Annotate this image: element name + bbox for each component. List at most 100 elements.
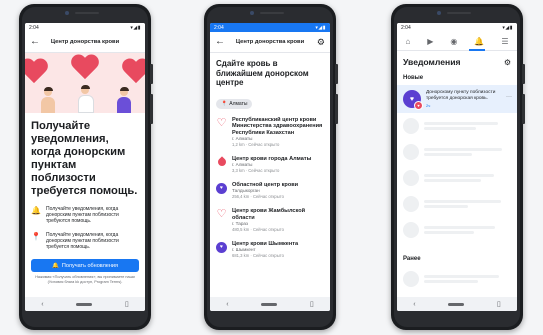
center-item[interactable]: ♥ Центр крови Шымкента г. Шымкент 681,3 … (210, 237, 330, 263)
app-bar: ← Центр донорства крови ⚙ (210, 32, 330, 53)
back-nav-icon[interactable]: ‹ (41, 301, 43, 308)
center-distance: 256,4 km · Сейчас открыто (232, 194, 284, 200)
feature-text: Получайте уведомления, когда донорским п… (46, 206, 119, 224)
screen-intro: 2:04 ▾◢▮ ← Центр донорства крови Получай… (25, 23, 145, 311)
location-pin-icon: 📍 (221, 100, 228, 107)
home-nav-icon[interactable] (448, 302, 465, 306)
notification-item[interactable]: ♥ ♥ Донорскому пункту поблизости требует… (397, 85, 517, 113)
center-distance: 480,5 km · Сейчас открыто (232, 227, 284, 233)
get-updates-button[interactable]: 🔔 Получать обновления (31, 259, 139, 272)
center-item[interactable]: Центр крови города Алматы г. Алматы 3,3 … (210, 152, 330, 178)
heart-icon: ♡ (216, 207, 227, 220)
home-icon[interactable]: ⌂ (405, 37, 410, 46)
feature-row: 📍 Получайте уведомления, когда донорским… (25, 228, 145, 254)
front-camera (250, 11, 254, 15)
section-new: Новые (403, 75, 424, 81)
screen-notifications: 2:04 ▾◢▮ ⌂ ▶ ◉ 🔔 ☰ Уведомления ⚙ Новые ♥… (397, 23, 517, 311)
page-title: Центр донорства крови (50, 39, 120, 45)
location-chip[interactable]: 📍 Алматы (216, 98, 253, 109)
front-camera (437, 11, 441, 15)
center-item[interactable]: ♡ Центр крови Жамбылской области г. Тара… (210, 204, 330, 237)
home-nav-icon[interactable] (261, 302, 278, 306)
volume-button (522, 94, 525, 124)
feature-text: Получайте уведомления, когда донорским п… (46, 232, 119, 250)
power-button (522, 64, 525, 84)
status-time: 2:04 (401, 24, 411, 31)
center-name: Областной центр крови (232, 181, 299, 188)
blood-drop-icon (215, 156, 228, 168)
heart-badge-icon: ♥ (414, 101, 423, 110)
recents-nav-icon[interactable]: ▯ (310, 300, 314, 308)
status-bar: 2:04 ▾◢▮ (397, 23, 517, 32)
front-camera (65, 11, 69, 15)
heart-icon (121, 59, 145, 89)
status-time: 2:04 (29, 24, 39, 31)
location-label: Алматы (229, 100, 248, 107)
earpiece (75, 12, 99, 14)
recents-nav-icon[interactable]: ▯ (497, 300, 501, 308)
placeholder-item (397, 139, 517, 165)
placeholder-item (397, 266, 517, 292)
heart-icon (25, 59, 49, 89)
menu-icon[interactable]: ☰ (501, 37, 508, 46)
recents-nav-icon[interactable]: ▯ (125, 300, 129, 308)
center-name: Центр крови Жамбылской области (232, 207, 306, 221)
earpiece (447, 12, 471, 14)
status-bar: 2:04 ▾◢▮ (210, 23, 330, 32)
heart-icon: ♡ (216, 116, 227, 129)
bell-icon: 🔔 (52, 262, 59, 269)
phone-3: 2:04 ▾◢▮ ⌂ ▶ ◉ 🔔 ☰ Уведомления ⚙ Новые ♥… (391, 4, 525, 330)
back-arrow-icon[interactable]: ← (30, 37, 42, 47)
status-icons: ▾◢▮ (502, 24, 513, 31)
active-tab-indicator (469, 49, 485, 51)
more-options-icon[interactable]: ··· (506, 94, 512, 100)
status-bar: 2:04 ▾◢▮ (25, 23, 145, 32)
location-pin-icon: 📍 (31, 232, 41, 241)
home-nav-icon[interactable] (76, 302, 93, 306)
center-logo-icon: ♥ (216, 182, 227, 194)
power-button (150, 64, 153, 84)
back-nav-icon[interactable]: ‹ (226, 301, 228, 308)
video-icon[interactable]: ▶ (427, 37, 433, 46)
blood-center-avatar: ♥ ♥ (403, 90, 423, 110)
screen-centers: 2:04 ▾◢▮ ← Центр донорства крови ⚙ Сдайт… (210, 23, 330, 311)
center-item[interactable]: ♥ Областной центр крови Талдыкорган 256,… (210, 178, 330, 204)
doctor-figure (78, 85, 94, 113)
hero-illustration (25, 53, 145, 113)
heart-icon (70, 55, 100, 85)
phone-2: 2:04 ▾◢▮ ← Центр донорства крови ⚙ Сдайт… (204, 4, 338, 330)
person-figure (41, 87, 55, 113)
center-item[interactable]: ♡ Республиканский центр крови Министерст… (210, 113, 330, 152)
center-name: Центр крови Шымкента (232, 240, 299, 247)
center-distance: 3,3 km · Сейчас открыто (232, 168, 280, 174)
android-nav-bar: ‹ ▯ (210, 297, 330, 311)
earpiece (260, 12, 284, 14)
center-name: Центр крови города Алматы (232, 155, 312, 162)
gear-icon[interactable]: ⚙ (504, 58, 511, 67)
top-tab-bar: ⌂ ▶ ◉ 🔔 ☰ (397, 32, 517, 51)
get-updates-label: Получать обновления (61, 262, 118, 269)
terms-text: Нажимая «Получать обновления», вы приним… (35, 275, 135, 284)
center-logo-icon: ♥ (216, 241, 227, 253)
page-title: Уведомления (403, 57, 461, 67)
notification-text: Донорскому пункту поблизости требуется д… (426, 90, 496, 101)
power-button (335, 64, 338, 84)
center-distance: 681,3 km · Сейчас открыто (232, 253, 284, 259)
person-figure (117, 87, 131, 113)
center-name: Республиканский центр крови Министерства… (232, 116, 323, 136)
center-distance: 1,2 km · Сейчас открыто (232, 142, 280, 148)
volume-button (335, 94, 338, 124)
headline: Получайте уведомления, когда донорским п… (31, 120, 138, 197)
section-earlier: Ранее (403, 256, 421, 262)
back-arrow-icon[interactable]: ← (215, 37, 227, 47)
gear-icon[interactable]: ⚙ (313, 37, 325, 47)
placeholder-item (397, 165, 517, 191)
phone-1: 2:04 ▾◢▮ ← Центр донорства крови Получай… (19, 4, 153, 330)
groups-icon[interactable]: ◉ (450, 37, 457, 46)
placeholder-item (397, 217, 517, 243)
headline: Сдайте кровь в ближайшем донорском центр… (216, 59, 309, 87)
placeholder-item (397, 191, 517, 217)
status-icons: ▾◢▮ (130, 24, 141, 31)
bell-icon[interactable]: 🔔 (474, 37, 484, 46)
back-nav-icon[interactable]: ‹ (413, 301, 415, 308)
